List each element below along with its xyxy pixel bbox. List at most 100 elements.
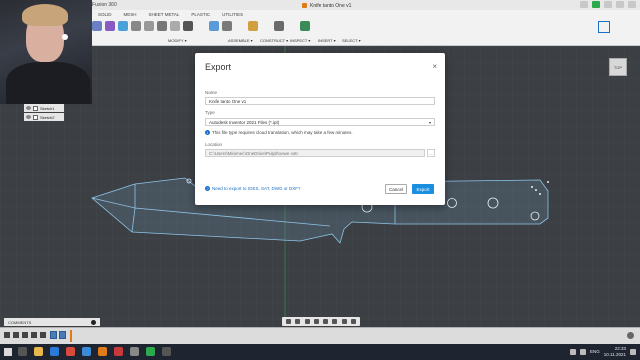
webcam-overlay bbox=[0, 0, 92, 104]
fillet-icon[interactable] bbox=[144, 21, 154, 31]
clock[interactable]: 22:33 10.11.2021 bbox=[604, 346, 626, 357]
orbit-icon[interactable] bbox=[286, 319, 292, 324]
document-tab-label: Knife tanto One v1 bbox=[310, 2, 352, 9]
add-tab-icon[interactable] bbox=[580, 1, 588, 8]
type-select-value: Autodesk Inventor 2021 Files (*.ipt) bbox=[209, 119, 280, 125]
tab-mesh[interactable]: MESH bbox=[118, 10, 143, 19]
profile-icon[interactable] bbox=[628, 1, 636, 8]
insert-icon[interactable] bbox=[300, 21, 310, 31]
app-icon[interactable] bbox=[146, 347, 155, 356]
browser-item-sketch1[interactable]: Sketch1 bbox=[24, 104, 64, 112]
notifications-icon[interactable] bbox=[604, 1, 612, 8]
pan-icon[interactable] bbox=[304, 319, 310, 324]
extrude-icon[interactable] bbox=[105, 21, 115, 31]
online-status-icon[interactable] bbox=[592, 1, 600, 8]
system-tray: ENG 22:33 10.11.2021 bbox=[570, 346, 636, 357]
offset-plane-icon[interactable] bbox=[248, 21, 258, 31]
tab-sheet-metal[interactable]: SHEET METAL bbox=[143, 10, 186, 19]
browse-button[interactable]: ... bbox=[427, 149, 435, 157]
help-link-text[interactable]: Need to export to IGES, SAT, DWG or DXF? bbox=[212, 186, 300, 191]
info-text: This file type requires cloud translatio… bbox=[212, 130, 353, 135]
look-at-icon[interactable] bbox=[295, 319, 301, 324]
app-icon[interactable] bbox=[114, 347, 123, 356]
step-forward-icon[interactable] bbox=[31, 332, 37, 338]
windows-start-icon[interactable] bbox=[4, 348, 12, 356]
group-assemble[interactable]: ASSEMBLE ▾ bbox=[228, 38, 253, 43]
play-icon[interactable] bbox=[22, 332, 28, 338]
group-select[interactable]: SELECT ▾ bbox=[342, 38, 361, 43]
notifications-icon[interactable] bbox=[630, 348, 636, 355]
app-icon[interactable] bbox=[82, 347, 91, 356]
sketch-icon bbox=[33, 114, 38, 120]
viewcube[interactable]: TOP bbox=[609, 58, 627, 76]
help-icon[interactable] bbox=[616, 1, 624, 8]
language-indicator[interactable]: ENG bbox=[590, 349, 600, 354]
timeline-features bbox=[50, 331, 66, 339]
chrome-icon[interactable] bbox=[66, 347, 75, 356]
app-icon[interactable] bbox=[162, 347, 171, 356]
person-hair bbox=[22, 4, 68, 26]
go-to-start-icon[interactable] bbox=[4, 332, 10, 338]
timeline-controls bbox=[4, 332, 46, 338]
help-link[interactable]: ? Need to export to IGES, SAT, DWG or DX… bbox=[205, 186, 300, 191]
press-pull-icon[interactable] bbox=[131, 21, 141, 31]
titlebar-controls bbox=[580, 1, 636, 8]
step-back-icon[interactable] bbox=[13, 332, 19, 338]
search-icon[interactable] bbox=[18, 347, 27, 356]
group-modify[interactable]: MODIFY ▾ bbox=[168, 38, 187, 43]
joint-icon[interactable] bbox=[222, 21, 232, 31]
cancel-button[interactable]: Cancel bbox=[385, 184, 407, 194]
volume-icon[interactable] bbox=[580, 348, 587, 355]
visibility-eye-icon[interactable] bbox=[26, 115, 31, 119]
grid-settings-icon[interactable] bbox=[341, 319, 347, 324]
viewports-icon[interactable] bbox=[350, 319, 356, 324]
document-tab[interactable]: Knife tanto One v1 bbox=[296, 1, 357, 10]
ribbon-toolbar: SOLID MESH SHEET METAL PLASTIC UTILITIES… bbox=[92, 10, 640, 46]
earbud bbox=[62, 34, 68, 40]
chamfer-icon[interactable] bbox=[157, 21, 167, 31]
export-button[interactable]: Export bbox=[412, 184, 434, 194]
add-comment-icon[interactable] bbox=[91, 319, 96, 325]
location-field[interactable]: C:\Users\Minimec\OneDrive\Pulpit\nowe os… bbox=[205, 149, 425, 157]
group-construct[interactable]: CONSTRUCT ▾ bbox=[260, 38, 288, 43]
file-explorer-icon[interactable] bbox=[34, 347, 43, 356]
timeline-sketch-marker[interactable] bbox=[50, 331, 57, 339]
create-sketch-icon[interactable] bbox=[92, 21, 102, 31]
zoom-icon[interactable] bbox=[313, 319, 319, 324]
comments-panel[interactable]: COMMENTS bbox=[4, 318, 100, 326]
gear-icon[interactable] bbox=[627, 332, 634, 339]
timeline bbox=[0, 327, 640, 344]
go-to-end-icon[interactable] bbox=[40, 332, 46, 338]
visibility-eye-icon[interactable] bbox=[26, 106, 31, 110]
type-select[interactable]: Autodesk Inventor 2021 Files (*.ipt) ▾ bbox=[205, 118, 435, 126]
select-icon[interactable] bbox=[598, 21, 610, 33]
group-insert[interactable]: INSERT ▾ bbox=[318, 38, 336, 43]
measure-icon[interactable] bbox=[274, 21, 284, 31]
sketch-icon bbox=[33, 105, 38, 111]
app-icon[interactable] bbox=[130, 347, 139, 356]
timeline-playhead[interactable] bbox=[70, 330, 72, 342]
network-icon[interactable] bbox=[570, 348, 577, 355]
move-icon[interactable] bbox=[183, 21, 193, 31]
browser-item-label: Sketch1 bbox=[40, 105, 55, 111]
display-settings-icon[interactable] bbox=[332, 319, 338, 324]
fit-icon[interactable] bbox=[323, 319, 329, 324]
new-component-icon[interactable] bbox=[209, 21, 219, 31]
windows-taskbar: ENG 22:33 10.11.2021 bbox=[0, 344, 640, 360]
browser-item-sketch2[interactable]: Sketch2 bbox=[24, 113, 64, 121]
fusion-icon[interactable] bbox=[98, 347, 107, 356]
edge-icon[interactable] bbox=[50, 347, 59, 356]
tab-plastic[interactable]: PLASTIC bbox=[185, 10, 216, 19]
name-field[interactable]: Knife tanto One v1 bbox=[205, 97, 435, 105]
timeline-sketch-marker[interactable] bbox=[59, 331, 66, 339]
group-inspect[interactable]: INSPECT ▾ bbox=[290, 38, 310, 43]
close-icon[interactable]: × bbox=[432, 62, 437, 71]
tab-utilities[interactable]: UTILITIES bbox=[216, 10, 249, 19]
revolve-icon[interactable] bbox=[118, 21, 128, 31]
clock-date: 10.11.2021 bbox=[603, 351, 626, 357]
tab-solid[interactable]: SOLID bbox=[92, 10, 118, 19]
shell-icon[interactable] bbox=[170, 21, 180, 31]
name-label: Name bbox=[205, 90, 218, 95]
